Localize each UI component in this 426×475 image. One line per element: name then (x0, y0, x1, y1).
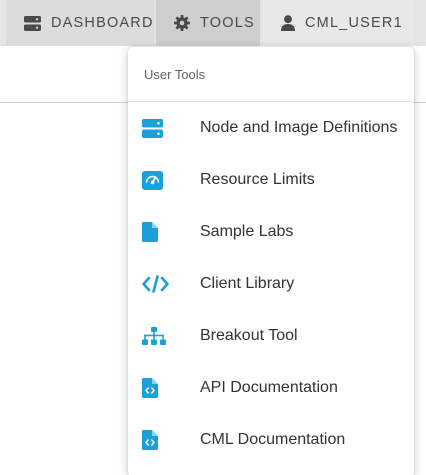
menu-item-sample-labs[interactable]: Sample Labs (128, 206, 414, 258)
menu-item-label: Node and Image Definitions (200, 119, 398, 136)
file-code-icon (128, 378, 200, 398)
menu-item-client-library[interactable]: Client Library (128, 258, 414, 310)
menu-list: Node and Image Definitions Resource Limi… (128, 102, 414, 466)
menu-item-label: Breakout Tool (200, 327, 298, 344)
server-icon (24, 15, 41, 31)
dropdown-header: User Tools (128, 47, 414, 102)
code-icon (128, 275, 200, 293)
tools-dropdown-menu: User Tools Node and Image Definitions Re… (128, 47, 414, 475)
file-icon (128, 222, 200, 242)
sitemap-icon (128, 327, 200, 345)
page: DASHBOARD TOOLS CML_USER1 User Tools Nod… (0, 0, 426, 475)
user-icon (281, 15, 295, 31)
menu-item-label: API Documentation (200, 379, 338, 396)
gauge-icon (128, 170, 200, 190)
dashboard-label: DASHBOARD (51, 15, 154, 31)
server-icon (128, 118, 200, 138)
user-menu-button[interactable]: CML_USER1 (263, 0, 413, 46)
menu-item-label: Sample Labs (200, 223, 294, 240)
menu-item-label: CML Documentation (200, 431, 346, 448)
gear-icon (174, 15, 190, 31)
dashboard-button[interactable]: DASHBOARD (6, 0, 154, 46)
menu-item-resource-limits[interactable]: Resource Limits (128, 154, 414, 206)
top-navigation-bar: DASHBOARD TOOLS CML_USER1 (0, 0, 426, 46)
menu-item-node-image-definitions[interactable]: Node and Image Definitions (128, 102, 414, 154)
menu-item-api-documentation[interactable]: API Documentation (128, 362, 414, 414)
user-label: CML_USER1 (305, 15, 403, 31)
menu-item-breakout-tool[interactable]: Breakout Tool (128, 310, 414, 362)
menu-item-label: Resource Limits (200, 171, 315, 188)
menu-item-cml-documentation[interactable]: CML Documentation (128, 414, 414, 466)
menu-item-label: Client Library (200, 275, 295, 292)
tools-label: TOOLS (200, 15, 255, 31)
tools-button[interactable]: TOOLS (156, 0, 260, 46)
file-code-icon (128, 430, 200, 450)
